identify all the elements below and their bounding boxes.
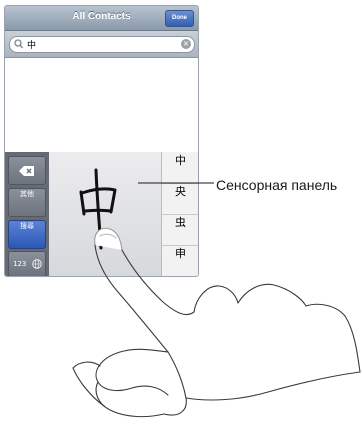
hand-illustration [72,227,361,418]
